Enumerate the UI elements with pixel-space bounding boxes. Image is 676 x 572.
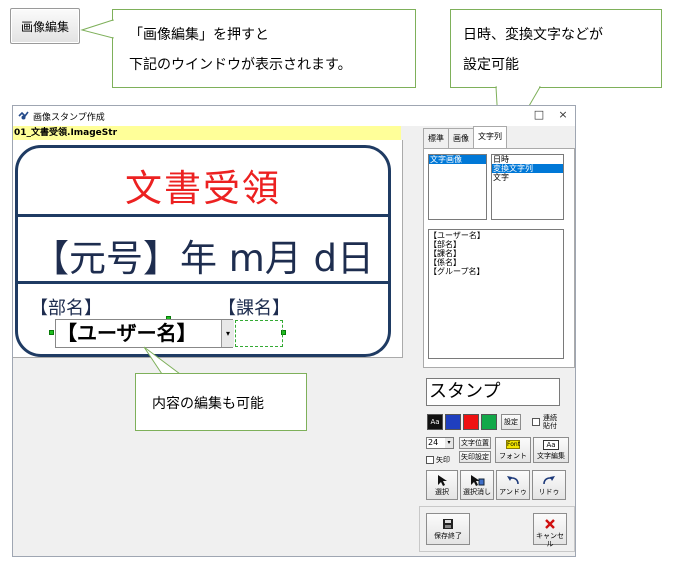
tab-text[interactable]: 文字列 bbox=[473, 126, 507, 148]
cross-icon bbox=[545, 519, 555, 529]
panel-tabs: 標準 画像 文字列 bbox=[423, 126, 507, 148]
callout-settings: 日時、変換文字などが 設定可能 bbox=[450, 9, 662, 88]
list-item[interactable]: 変換文字列 bbox=[492, 164, 563, 173]
floppy-disk-icon bbox=[443, 519, 453, 529]
app-icon bbox=[18, 111, 29, 120]
list-item[interactable]: 文字画像 bbox=[429, 155, 486, 164]
tab-panel: 文字画像 日時 変換文字列 文字 【ユーザー名】 【部名】 【課名】 【係名】 … bbox=[423, 148, 575, 368]
deselect-button[interactable]: 選択消し bbox=[460, 470, 494, 500]
list-item[interactable]: 日時 bbox=[492, 155, 563, 164]
select-label: 選択 bbox=[435, 488, 449, 496]
selection-frame bbox=[235, 320, 283, 347]
callout-line: 内容の編集も可能 bbox=[152, 396, 264, 412]
file-name-bar: 01_文書受領.ImageStr bbox=[13, 126, 401, 140]
stamp-section[interactable]: 【課名】 bbox=[218, 294, 290, 320]
stamp-dept[interactable]: 【部名】 bbox=[30, 294, 102, 320]
list-item[interactable]: 【部名】 bbox=[429, 240, 563, 249]
list-item[interactable]: 文字 bbox=[492, 173, 563, 182]
deselect-label: 選択消し bbox=[463, 488, 491, 496]
list-item[interactable]: 【課名】 bbox=[429, 249, 563, 258]
image-edit-button[interactable]: 画像編集 bbox=[10, 8, 80, 44]
field-list[interactable]: 【ユーザー名】 【部名】 【課名】 【係名】 【グループ名】 bbox=[428, 229, 564, 359]
title-bar: 画像スタンプ作成 □ × bbox=[13, 106, 575, 126]
redo-label: リドゥ bbox=[538, 488, 560, 496]
text-position-button[interactable]: 文字位置 bbox=[459, 437, 491, 449]
text-style-button[interactable]: Aa bbox=[427, 414, 443, 430]
continuous-paste-label: 連続 貼付 bbox=[543, 414, 557, 430]
color-swatch-red[interactable] bbox=[463, 414, 479, 430]
redo-button[interactable]: リドゥ bbox=[532, 470, 566, 500]
save-close-button[interactable]: 保存終了 bbox=[426, 513, 470, 545]
callout-line: 日時、変換文字などが bbox=[463, 27, 603, 43]
list-item[interactable]: 【係名】 bbox=[429, 258, 563, 267]
callout-pointer-bottom bbox=[143, 346, 182, 375]
item-type-list[interactable]: 文字画像 bbox=[428, 154, 487, 220]
color-swatch-blue[interactable] bbox=[445, 414, 461, 430]
close-button[interactable]: × bbox=[556, 108, 570, 122]
stamp-text-input[interactable]: スタンプ bbox=[426, 378, 560, 406]
maximize-button[interactable]: □ bbox=[532, 108, 546, 122]
callout-line: 下記のウインドウが表示されます。 bbox=[129, 57, 352, 73]
color-swatch-green[interactable] bbox=[481, 414, 497, 430]
tab-image[interactable]: 画像 bbox=[448, 128, 474, 148]
callout-image-edit: 「画像編集」を押すと 下記のウインドウが表示されます。 bbox=[112, 9, 416, 88]
text-type-list[interactable]: 日時 変換文字列 文字 bbox=[491, 154, 564, 220]
list-item[interactable]: 【ユーザー名】 bbox=[429, 231, 563, 240]
window-title: 画像スタンプ作成 bbox=[33, 113, 105, 123]
select-button[interactable]: 選択 bbox=[426, 470, 458, 500]
text-edit-button[interactable]: Aa 文字編集 bbox=[533, 437, 569, 463]
deselect-icon bbox=[471, 475, 485, 486]
callout-line: 設定可能 bbox=[463, 57, 519, 73]
callout-pointer-left bbox=[80, 19, 114, 39]
cancel-label: キャンセル bbox=[536, 532, 564, 548]
stamp-editor-window: 画像スタンプ作成 □ × 01_文書受領.ImageStr 文書受領 【元号】年… bbox=[12, 105, 576, 557]
font-size-select[interactable]: 24 ▾ bbox=[426, 437, 454, 449]
settings-button[interactable]: 設定 bbox=[501, 414, 521, 430]
undo-label: アンドゥ bbox=[499, 488, 527, 496]
stamp-title[interactable]: 文書受領 bbox=[18, 158, 388, 212]
inline-edit-dropdown[interactable]: ▾ bbox=[221, 320, 234, 347]
arrow-checkbox[interactable] bbox=[426, 456, 434, 464]
undo-button[interactable]: アンドゥ bbox=[496, 470, 530, 500]
arrow-settings-button[interactable]: 矢印設定 bbox=[459, 451, 491, 463]
font-button-label: フォント bbox=[499, 452, 527, 460]
save-close-label: 保存終了 bbox=[434, 532, 462, 540]
chevron-down-icon[interactable]: ▾ bbox=[445, 438, 453, 448]
cancel-button[interactable]: キャンセル bbox=[533, 513, 567, 548]
font-button[interactable]: Font フォント bbox=[495, 437, 531, 463]
tab-standard[interactable]: 標準 bbox=[423, 128, 449, 148]
callout-line: 「画像編集」を押すと bbox=[129, 27, 269, 43]
stamp-date[interactable]: 【元号】年 m月 d日 bbox=[18, 228, 388, 282]
cursor-icon bbox=[438, 475, 447, 486]
inline-edit-input[interactable]: 【ユーザー名】 bbox=[55, 319, 233, 348]
list-item[interactable]: 【グループ名】 bbox=[429, 267, 563, 276]
redo-icon bbox=[543, 476, 555, 485]
text-edit-icon: Aa bbox=[543, 440, 559, 450]
font-size-value: 24 bbox=[428, 438, 439, 447]
arrow-label: 矢印 bbox=[436, 456, 450, 464]
callout-edit: 内容の編集も可能 bbox=[135, 373, 307, 431]
text-edit-label: 文字編集 bbox=[537, 452, 565, 460]
stamp-divider bbox=[18, 214, 388, 217]
font-icon: Font bbox=[506, 440, 521, 449]
undo-icon bbox=[507, 476, 519, 485]
continuous-paste-checkbox[interactable] bbox=[532, 418, 540, 426]
resize-handle[interactable] bbox=[49, 330, 54, 335]
